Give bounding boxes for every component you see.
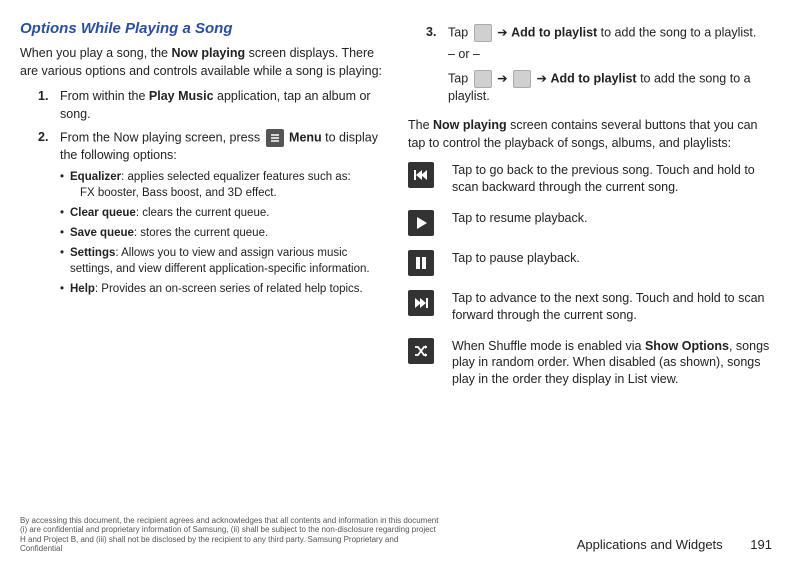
bullet-equalizer: • Equalizer: applies selected equalizer … [60,169,384,201]
bt: Help [70,283,95,295]
section-title: Options While Playing a Song [20,18,384,39]
control-previous: Tap to go back to the previous song. Tou… [408,162,772,196]
control-desc: Tap to go back to the previous song. Tou… [452,162,772,196]
step-1: 1. From within the Play Music applicatio… [38,88,384,123]
footer-section-name: Applications and Widgets [577,537,723,552]
intro-text: When you play a song, the [20,46,171,60]
control-desc: Tap to pause playback. [452,250,772,267]
playback-controls-table: Tap to go back to the previous song. Tou… [408,162,772,388]
step-number: 3. [426,24,448,42]
t-bold: Menu [289,130,322,144]
page-footer: By accessing this document, the recipien… [20,516,772,554]
control-pause: Tap to pause playback. [408,250,772,276]
page-number: 191 [750,537,772,552]
bt: : stores the current queue. [134,227,268,239]
bullet-clear-queue: • Clear queue: clears the current queue. [60,205,384,221]
skip-back-icon [408,162,434,188]
bullet-body: Settings: Allows you to view and assign … [70,245,384,277]
bt: : clears the current queue. [136,207,270,219]
pause-icon [408,250,434,276]
control-play: Tap to resume playback. [408,210,772,236]
bullet-dot: • [60,205,70,221]
step-number: 2. [38,129,60,165]
arrow: ➔ [494,71,511,85]
t-bold: Show Options [645,339,729,353]
t: The [408,118,433,132]
t: to add the song to a playlist. [597,25,756,39]
bt: Save queue [70,227,134,239]
bt: : Provides an on-screen series of relate… [95,283,363,295]
t: From within the [60,89,149,103]
bullet-dot: • [60,245,70,277]
now-playing-buttons-intro: The Now playing screen contains several … [408,117,772,152]
control-desc: When Shuffle mode is enabled via Show Op… [452,338,772,389]
step-3a: 3. Tap ➔ Add to playlist to add the song… [426,24,772,42]
t: When Shuffle mode is enabled via [452,339,645,353]
placeholder-icon [474,24,492,42]
step-body: Tap ➔ ➔ Add to playlist to add the song … [448,70,772,106]
t-bold: Add to playlist [511,25,597,39]
confidentiality-notice: By accessing this document, the recipien… [20,516,440,554]
placeholder-icon [474,70,492,88]
bt: Clear queue [70,207,136,219]
skip-forward-icon [408,290,434,316]
bt: Settings [70,247,115,259]
t: From the Now playing screen, press [60,130,264,144]
control-desc: Tap to advance to the next song. Touch a… [452,290,772,324]
bullet-help: • Help: Provides an on-screen series of … [60,281,384,297]
control-next: Tap to advance to the next song. Touch a… [408,290,772,324]
step-number-empty [426,70,448,106]
intro-paragraph: When you play a song, the Now playing sc… [20,45,384,80]
options-list: • Equalizer: applies selected equalizer … [60,169,384,298]
arrow: ➔ [533,71,550,85]
arrow: ➔ [494,25,511,39]
intro-bold: Now playing [171,46,245,60]
bullet-dot: • [60,169,70,201]
menu-icon [266,129,284,147]
step-3b: Tap ➔ ➔ Add to playlist to add the song … [426,70,772,106]
play-icon [408,210,434,236]
bullet-dot: • [60,281,70,297]
bullet-save-queue: • Save queue: stores the current queue. [60,225,384,241]
bullet-body: Equalizer: applies selected equalizer fe… [70,169,384,201]
bt: Equalizer [70,171,121,183]
shuffle-icon [408,338,434,364]
bullet-settings: • Settings: Allows you to view and assig… [60,245,384,277]
t: Tap [448,71,472,85]
bullet-dot: • [60,225,70,241]
control-shuffle: When Shuffle mode is enabled via Show Op… [408,338,772,389]
step-body: Tap ➔ Add to playlist to add the song to… [448,24,772,42]
bt2: FX booster, Bass boost, and 3D effect. [80,185,384,201]
t-bold: Play Music [149,89,214,103]
control-desc: Tap to resume playback. [452,210,772,227]
footer-right: Applications and Widgets 191 [577,536,772,554]
step-2: 2. From the Now playing screen, press Me… [38,129,384,165]
bullet-body: Clear queue: clears the current queue. [70,205,384,221]
step-body: From the Now playing screen, press Menu … [60,129,384,165]
t: Tap [448,25,472,39]
or-separator: – or – [448,46,772,64]
step-number: 1. [38,88,60,123]
bt: : Allows you to view and assign various … [70,247,370,275]
step-body: From within the Play Music application, … [60,88,384,123]
bullet-body: Save queue: stores the current queue. [70,225,384,241]
t-bold: Add to playlist [550,71,636,85]
bt: : applies selected equalizer features su… [121,171,351,183]
t-bold: Now playing [433,118,507,132]
placeholder-icon [513,70,531,88]
bullet-body: Help: Provides an on-screen series of re… [70,281,384,297]
